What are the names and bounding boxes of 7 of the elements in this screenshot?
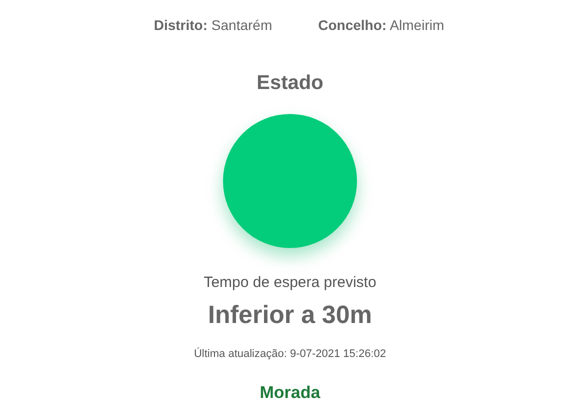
wait-value: Inferior a 30m <box>208 300 372 330</box>
last-update: Última atualização: 9-07-2021 15:26:02 <box>194 346 386 362</box>
status-title: Estado <box>256 71 324 96</box>
address-title: Morada <box>260 382 320 400</box>
location-info: Distrito: Santarém <box>154 16 272 35</box>
location-info: Concelho: Almeirim <box>318 16 444 35</box>
wait-label: Tempo de espera previsto <box>204 273 376 293</box>
